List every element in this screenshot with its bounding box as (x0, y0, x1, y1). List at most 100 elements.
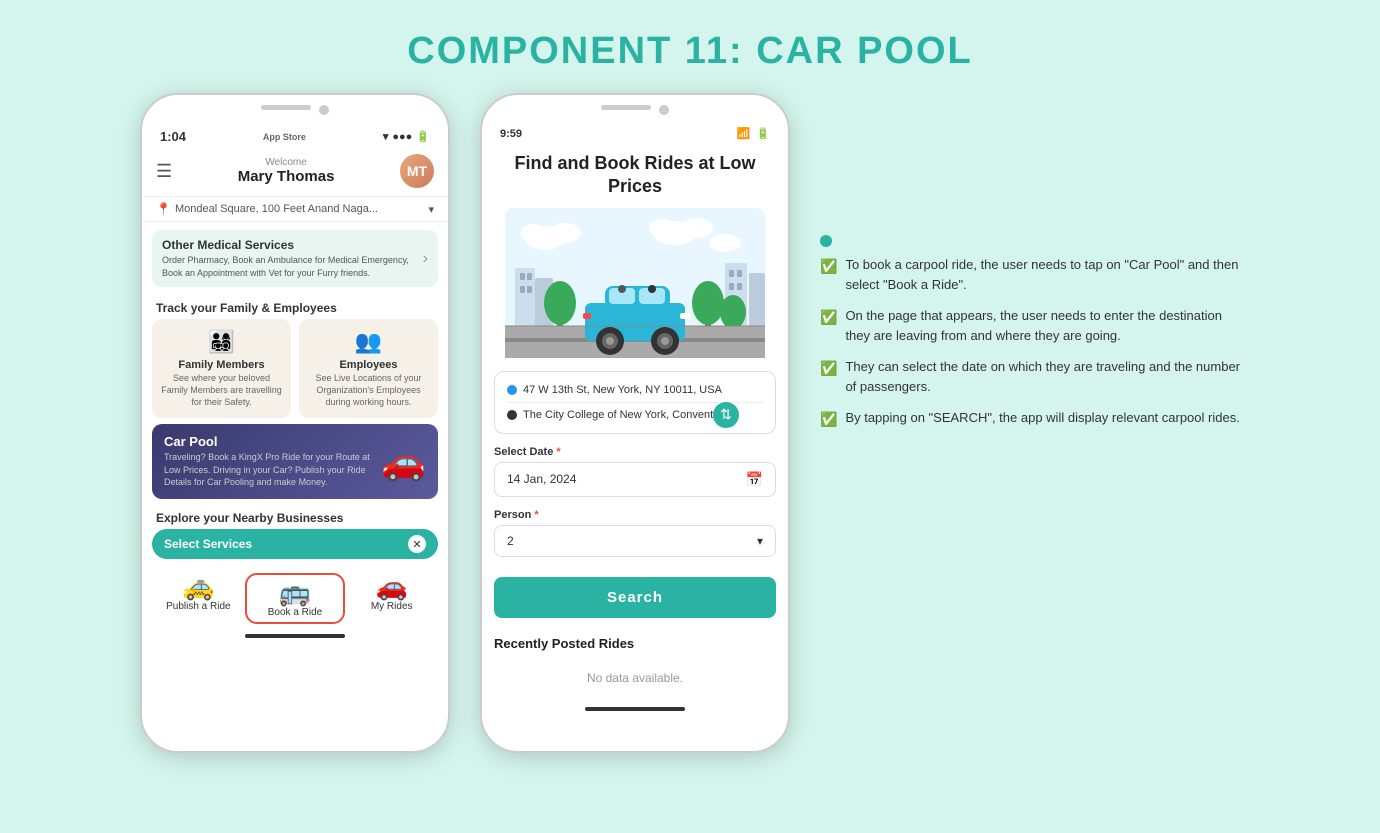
book-ride-label: Book a Ride (249, 607, 342, 618)
person-dropdown[interactable]: 2 ▾ (494, 525, 776, 557)
carpool-car-icon: 🚗 (381, 441, 426, 483)
date-input[interactable]: 14 Jan, 2024 📅 (494, 462, 776, 497)
search-section: Search (482, 567, 788, 628)
my-rides-button[interactable]: 🚗 My Rides (345, 573, 438, 624)
p2-time: 9:59 (500, 128, 522, 140)
to-location-row[interactable]: The City College of New York, Convent Av… (507, 405, 763, 425)
medical-banner[interactable]: Other Medical Services Order Pharmacy, B… (152, 230, 438, 287)
location-pin-icon: 📍 (156, 202, 171, 216)
publish-ride-label: Publish a Ride (152, 601, 245, 612)
status-icons-1: ▾ ●●● 🔋 (383, 130, 430, 143)
from-location-row[interactable]: 47 W 13th St, New York, NY 10011, USA (507, 380, 763, 400)
my-rides-icon: 🚗 (345, 573, 438, 599)
close-button[interactable]: ✕ (408, 535, 426, 553)
welcome-text: Welcome (172, 157, 400, 168)
phone-mockup-1: 1:04 App Store ▾ ●●● 🔋 ☰ Welcome Mary Th… (140, 93, 450, 753)
phone-top-bar (142, 95, 448, 119)
location-inputs: 47 W 13th St, New York, NY 10011, USA Th… (494, 371, 776, 434)
location-text: Mondeal Square, 100 Feet Anand Naga... (175, 203, 425, 215)
status-bar-1: 1:04 App Store ▾ ●●● 🔋 (142, 119, 448, 148)
phone2-speaker (601, 105, 651, 110)
signal-icon-1: ●●● (392, 131, 412, 143)
carpool-text: Car Pool Traveling? Book a KingX Pro Rid… (164, 434, 381, 489)
carpool-banner[interactable]: Car Pool Traveling? Book a KingX Pro Rid… (152, 424, 438, 499)
date-required-marker: * (556, 446, 560, 458)
info-text-2: They can select the date on which they a… (845, 357, 1240, 396)
employees-desc: See Live Locations of your Organization'… (307, 373, 430, 408)
calendar-icon: 📅 (746, 471, 763, 488)
info-item-3: ✅ By tapping on "SEARCH", the app will d… (820, 408, 1240, 430)
track-grid: 👨‍👩‍👧‍👦 Family Members See where your be… (142, 319, 448, 418)
info-item-2: ✅ They can select the date on which they… (820, 357, 1240, 396)
person-value: 2 (507, 534, 514, 548)
track-section-label: Track your Family & Employees (142, 295, 448, 319)
family-desc: See where your beloved Family Members ar… (160, 373, 283, 408)
info-items: ✅ To book a carpool ride, the user needs… (820, 255, 1240, 430)
page-title: COMPONENT 11: CAR POOL (0, 0, 1380, 93)
search-button[interactable]: Search (494, 577, 776, 618)
avatar: MT (400, 154, 434, 188)
location-bar[interactable]: 📍 Mondeal Square, 100 Feet Anand Naga...… (142, 197, 448, 222)
nearby-label: Explore your Nearby Businesses (142, 505, 448, 529)
connector-area (820, 233, 1240, 247)
book-ride-icon: 🚌 (249, 579, 342, 605)
family-title: Family Members (160, 359, 283, 371)
wifi-icon-1: ▾ (383, 130, 389, 143)
home-indicator-2 (585, 707, 685, 711)
date-value: 14 Jan, 2024 (507, 472, 576, 486)
person-label: Person * (494, 509, 776, 521)
no-data-text: No data available. (482, 655, 788, 701)
carrier-text: App Store (263, 132, 306, 142)
connector-dot (820, 235, 832, 247)
user-name: Mary Thomas (172, 168, 400, 185)
medical-chevron-icon: › (423, 250, 428, 268)
from-dot-icon (507, 385, 517, 395)
date-label: Select Date * (494, 446, 776, 458)
family-icon: 👨‍👩‍👧‍👦 (160, 329, 283, 355)
person-section: Person * 2 ▾ (482, 505, 788, 567)
info-panel: ✅ To book a carpool ride, the user needs… (820, 93, 1240, 430)
person-required-marker: * (534, 509, 538, 521)
phone-mockup-2: 9:59 📶 🔋 Find and Book Rides at Low Pric… (480, 93, 790, 753)
phone2-camera (659, 105, 669, 115)
phone2-top-bar (482, 95, 788, 119)
select-services-bar: Select Services ✕ (152, 529, 438, 559)
welcome-block: Welcome Mary Thomas (172, 157, 400, 185)
check-icon-1: ✅ (820, 307, 837, 328)
info-text-3: By tapping on "SEARCH", the app will dis… (845, 408, 1239, 428)
publish-ride-button[interactable]: 🚕 Publish a Ride (152, 573, 245, 624)
p2-wifi-icon: 📶 (737, 127, 751, 140)
time-display: 1:04 (160, 129, 186, 144)
employees-icon: 👥 (307, 329, 430, 355)
phone1-header: ☰ Welcome Mary Thomas MT (142, 148, 448, 197)
to-dot-icon (507, 410, 517, 420)
location-inputs-wrap: 47 W 13th St, New York, NY 10011, USA Th… (482, 371, 788, 434)
info-item-0: ✅ To book a carpool ride, the user needs… (820, 255, 1240, 294)
carpool-title: Car Pool (164, 434, 381, 449)
phone-speaker (261, 105, 311, 110)
swap-button[interactable]: ⇅ (713, 402, 739, 428)
hamburger-icon[interactable]: ☰ (156, 161, 172, 182)
status-bar-2: 9:59 📶 🔋 (482, 119, 788, 144)
bottom-icons-bar: 🚕 Publish a Ride 🚌 Book a Ride 🚗 My Ride… (142, 565, 448, 628)
car-illustration (482, 203, 788, 363)
battery-icon-1: 🔋 (416, 130, 430, 143)
chevron-down-icon: ▾ (428, 203, 434, 216)
chevron-down-icon: ▾ (757, 534, 763, 548)
track-card-employees[interactable]: 👥 Employees See Live Locations of your O… (299, 319, 438, 418)
book-ride-button[interactable]: 🚌 Book a Ride (245, 573, 346, 624)
medical-title: Other Medical Services (162, 238, 423, 252)
carpool-desc: Traveling? Book a KingX Pro Ride for you… (164, 451, 381, 489)
track-card-family[interactable]: 👨‍👩‍👧‍👦 Family Members See where your be… (152, 319, 291, 418)
date-section: Select Date * 14 Jan, 2024 📅 (482, 442, 788, 505)
employees-title: Employees (307, 359, 430, 371)
home-indicator (245, 634, 345, 638)
recently-posted-title: Recently Posted Rides (482, 628, 788, 655)
info-text-1: On the page that appears, the user needs… (845, 306, 1240, 345)
medical-desc: Order Pharmacy, Book an Ambulance for Me… (162, 254, 423, 279)
my-rides-label: My Rides (345, 601, 438, 612)
p2-status-icons: 📶 🔋 (737, 127, 770, 140)
car-illustration-svg (505, 208, 765, 358)
check-icon-2: ✅ (820, 358, 837, 379)
info-item-1: ✅ On the page that appears, the user nee… (820, 306, 1240, 345)
